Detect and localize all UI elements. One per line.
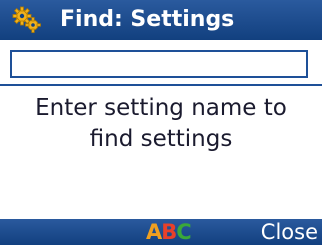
input-mode-letter-a: A — [146, 220, 162, 244]
hint-text: Enter setting name to find settings — [35, 95, 287, 152]
search-input[interactable] — [10, 50, 308, 78]
divider — [0, 84, 322, 86]
input-mode-letter-b: B — [161, 220, 177, 244]
input-mode-indicator[interactable]: ABC — [146, 220, 192, 244]
title-bar: Find: Settings — [0, 0, 322, 40]
settings-search-screen: Find: Settings Enter setting name to fin… — [0, 0, 322, 245]
gears-icon — [12, 6, 42, 34]
softkey-bar: ABC Close — [0, 219, 322, 245]
page-title: Find: Settings — [60, 7, 235, 32]
input-mode-letter-c: C — [176, 220, 191, 244]
close-button[interactable]: Close — [261, 220, 318, 244]
